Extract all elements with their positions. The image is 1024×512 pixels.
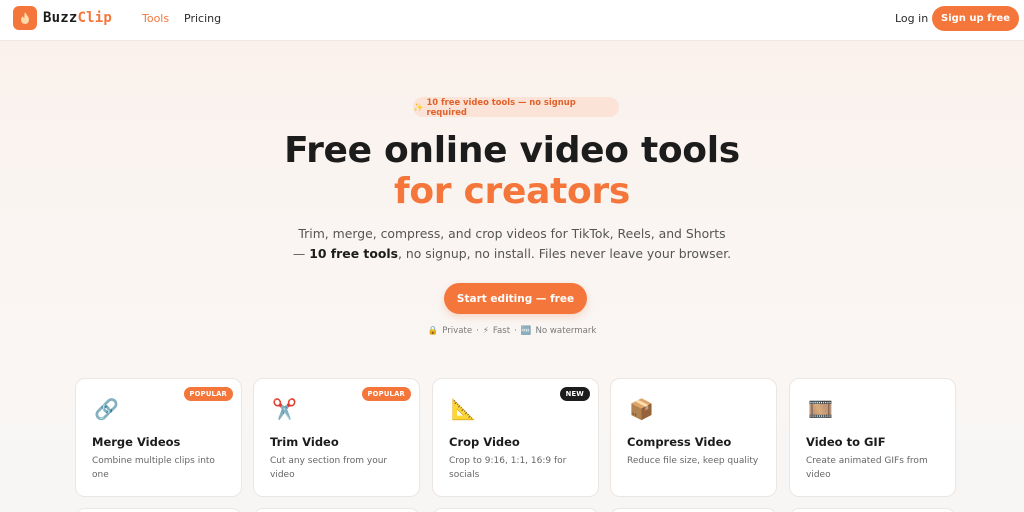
brand-name: BuzzClip (43, 10, 112, 26)
tool-card[interactable] (432, 508, 599, 512)
perks-row: 🔒 Private · ⚡ Fast · 🆓 No watermark (0, 326, 1024, 336)
brand-logo[interactable]: BuzzClip (13, 6, 112, 30)
lightning-icon: ⚡ (482, 326, 489, 336)
sparkles-icon: ✨ (413, 101, 424, 112)
free-icon: 🆓 (520, 326, 532, 336)
tool-card-description: Crop to 9:16, 1:1, 16:9 for socials (449, 456, 567, 480)
tool-card-description: Combine multiple clips into one (92, 456, 215, 480)
hero-title-accent: for creators (393, 171, 630, 212)
tool-card-description: Create animated GIFs from video (806, 456, 928, 480)
scissors-icon: ✂️ (272, 397, 297, 421)
hero-title: Free online video tools (284, 130, 740, 171)
hero-subtitle: Trim, merge, compress, and crop videos f… (298, 226, 726, 241)
brand-name-part: Clip (77, 10, 113, 26)
tool-card-title: Crop Video (449, 435, 520, 449)
start-editing-button[interactable]: Start editing — free (444, 283, 587, 314)
tool-card-crop-video[interactable]: 📐 NEW Crop Video Crop to 9:16, 1:1, 16:9… (432, 378, 599, 497)
hero-subtitle-rest: , no signup, no install. Files never lea… (397, 246, 732, 261)
nav-link-tools[interactable]: Tools (142, 12, 169, 25)
hero-subtitle-2: — 10 free tools, no signup, no install. … (0, 246, 1024, 261)
tool-card[interactable] (75, 508, 242, 512)
tool-card-title: Compress Video (627, 435, 732, 449)
film-frames-icon: 🎞️ (808, 397, 833, 421)
link-icon: 🔗 (94, 397, 119, 421)
tool-card-video-to-gif[interactable]: 🎞️ Video to GIF Create animated GIFs fro… (789, 378, 956, 497)
tool-card-description: Reduce file size, keep quality (627, 456, 759, 466)
perk-private: Private (442, 326, 473, 336)
nav-link-pricing[interactable]: Pricing (184, 12, 221, 25)
tool-card-trim-video[interactable]: ✂️ POPULAR Trim Video Cut any section fr… (253, 378, 420, 497)
tool-card-title: Trim Video (270, 435, 339, 449)
package-icon: 📦 (629, 397, 654, 421)
hero-badge-text: 10 free video tools — no signup required (426, 97, 576, 117)
hero-badge: ✨ 10 free video tools — no signup requir… (413, 97, 619, 117)
perk-separator: · (514, 326, 517, 336)
tool-card-title: Merge Videos (92, 435, 181, 449)
hero-subtitle-bold: 10 free tools (309, 246, 398, 261)
tool-card[interactable] (253, 508, 420, 512)
tool-card-compress-video[interactable]: 📦 Compress Video Reduce file size, keep … (610, 378, 777, 497)
perk-separator: · (476, 326, 479, 336)
signup-button[interactable]: Sign up free (932, 6, 1019, 31)
new-badge: NEW (559, 387, 590, 401)
tool-card-title: Video to GIF (806, 435, 886, 449)
tool-card-merge-videos[interactable]: 🔗 POPULAR Merge Videos Combine multiple … (75, 378, 242, 497)
perk-no-watermark: No watermark (535, 326, 597, 336)
top-nav: BuzzClip Tools Pricing Log in Sign up fr… (0, 0, 1024, 41)
popular-badge: POPULAR (183, 387, 233, 401)
flame-icon (13, 6, 37, 30)
tool-card[interactable] (610, 508, 777, 512)
ruler-triangle-icon: 📐 (451, 397, 476, 421)
popular-badge: POPULAR (361, 387, 411, 401)
login-link[interactable]: Log in (895, 12, 928, 25)
tool-card[interactable] (789, 508, 956, 512)
tool-card-description: Cut any section from your video (270, 456, 388, 480)
hero-subtitle-prefix: — (292, 246, 310, 261)
perk-fast: Fast (492, 326, 511, 336)
brand-name-part: Buzz (43, 10, 78, 26)
lock-icon: 🔒 (427, 326, 439, 336)
